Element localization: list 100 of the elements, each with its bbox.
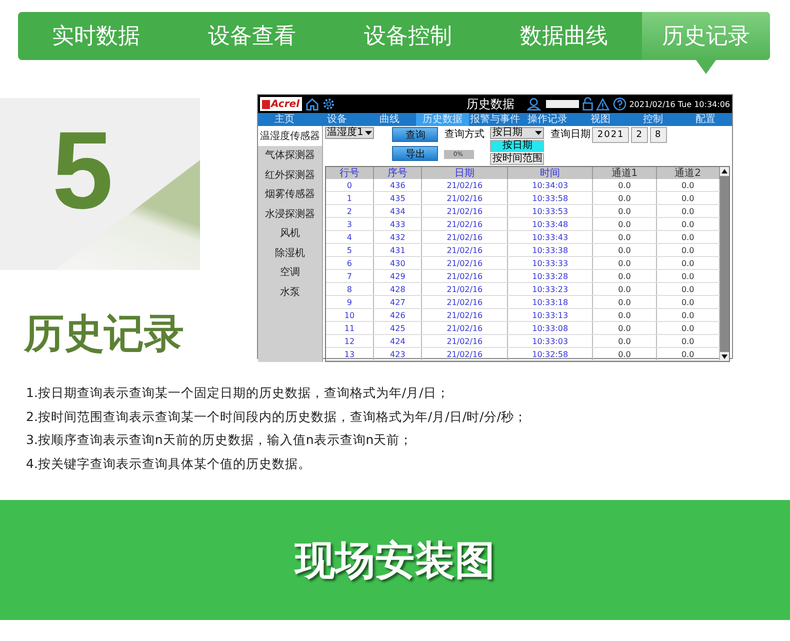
table-cell: 0.0	[592, 230, 656, 244]
table-cell: 0.0	[592, 270, 656, 282]
table-cell: 0.0	[656, 192, 720, 204]
table-cell: 0.0	[656, 218, 720, 230]
settings-icon[interactable]	[322, 97, 336, 111]
table-cell: 431	[373, 244, 422, 256]
table-cell: 0.0	[592, 218, 656, 230]
table-cell: 429	[373, 270, 422, 282]
date-field[interactable]: 8	[650, 127, 667, 143]
table-cell: 21/02/16	[422, 348, 508, 360]
table-cell: 13	[326, 348, 374, 360]
note-text: 1.按日期查询表示查询某一个固定日期的历史数据，查询格式为年/月/日；	[26, 384, 450, 402]
nav-tab[interactable]: 设备	[310, 113, 364, 126]
table-cell: 427	[373, 296, 422, 308]
note-text: 3.按顺序查询表示查询n天前的历史数据，输入值n表示查询n天前；	[26, 431, 414, 449]
table-cell: 8	[326, 282, 374, 296]
column-header: 行号	[326, 167, 374, 179]
table-cell: 0.0	[592, 204, 656, 218]
table-cell: 2	[326, 204, 374, 218]
pointer-icon	[696, 60, 716, 74]
query-mode-option[interactable]: 按时间范围	[490, 153, 544, 165]
table-cell: 0.0	[656, 179, 720, 192]
table-cell: 0.0	[656, 256, 720, 270]
column-header: 序号	[373, 167, 422, 179]
table-cell: 10:33:53	[507, 204, 593, 218]
table-cell: 0.0	[656, 334, 720, 348]
section-title: 历史记录	[24, 310, 185, 359]
table-cell: 0.0	[656, 270, 720, 282]
table-cell: 0.0	[592, 244, 656, 256]
scrollbar[interactable]	[720, 167, 729, 361]
table-cell: 0.0	[656, 230, 720, 244]
table-cell: 7	[326, 270, 374, 282]
date-label: 查询日期	[550, 128, 590, 141]
table-cell: 21/02/16	[422, 179, 508, 192]
nav-tab[interactable]: 控制	[626, 113, 680, 126]
table-cell: 0.0	[656, 296, 720, 308]
table-cell: 21/02/16	[422, 204, 508, 218]
table-cell: 10:33:38	[507, 244, 593, 256]
nav-tab[interactable]: 曲线	[363, 113, 416, 126]
column-header: 日期	[422, 167, 508, 179]
query-button[interactable]: 查询	[392, 127, 438, 142]
column-header: 通道1	[592, 167, 656, 179]
table-cell: 0.0	[656, 244, 720, 256]
table-cell: 10:33:43	[507, 230, 593, 244]
table-cell: 9	[326, 296, 374, 308]
help-icon[interactable]	[612, 97, 626, 111]
table-cell: 21/02/16	[422, 270, 508, 282]
table-cell: 21/02/16	[422, 282, 508, 296]
table-cell: 1	[326, 192, 374, 204]
table-cell: 423	[373, 348, 422, 360]
export-button[interactable]: 导出	[392, 146, 438, 161]
table-cell: 12	[326, 334, 374, 348]
screen-title: 历史数据	[466, 96, 514, 112]
table-cell: 0.0	[656, 308, 720, 322]
user-icon[interactable]	[527, 97, 543, 111]
lock-icon[interactable]	[582, 97, 594, 111]
table-cell: 10:33:08	[507, 322, 593, 334]
step-number: 5	[52, 116, 114, 226]
table-cell: 0.0	[592, 308, 656, 322]
scroll-down-icon[interactable]	[720, 352, 729, 361]
table-cell: 0.0	[592, 322, 656, 334]
table-cell: 435	[373, 192, 422, 204]
table-cell: 10:33:23	[507, 282, 593, 296]
table-cell: 0.0	[656, 348, 720, 360]
table-cell: 425	[373, 322, 422, 334]
query-mode-label: 查询方式	[444, 128, 484, 141]
table-cell: 10:34:03	[507, 179, 593, 192]
query-mode-dropdown[interactable]: 按日期	[490, 127, 544, 139]
table-cell: 10:33:33	[507, 256, 593, 270]
table-cell: 21/02/16	[422, 296, 508, 308]
table-cell: 433	[373, 218, 422, 230]
date-field[interactable]: 2	[631, 127, 648, 143]
sidebar-item[interactable]: 温湿度传感器	[258, 126, 322, 146]
table-cell: 10:32:58	[507, 348, 593, 360]
nav-tab[interactable]: 视图	[574, 113, 627, 126]
date-field[interactable]: 2021	[592, 127, 630, 143]
column-header: 时间	[507, 167, 593, 179]
nav-tab[interactable]: 报警与事件	[468, 113, 522, 126]
table-cell: 11	[326, 322, 374, 334]
table-cell: 0	[326, 179, 374, 192]
nav-tab[interactable]: 配置	[679, 113, 732, 126]
table-cell: 6	[326, 256, 374, 270]
table-cell: 426	[373, 308, 422, 322]
table-cell: 0.0	[592, 282, 656, 296]
user-field[interactable]	[546, 100, 579, 108]
nav-tab[interactable]: 操作记录	[521, 113, 574, 126]
nav-tab[interactable]: 主页	[258, 113, 311, 126]
query-mode-option[interactable]: 按日期	[490, 140, 544, 152]
sensor-dropdown[interactable]: 温湿度1	[325, 127, 374, 139]
table-cell: 21/02/16	[422, 192, 508, 204]
table-cell: 21/02/16	[422, 244, 508, 256]
table-cell: 10:33:18	[507, 296, 593, 308]
table-cell: 3	[326, 218, 374, 230]
table-cell: 10:33:28	[507, 270, 593, 282]
warning-icon[interactable]	[596, 98, 610, 110]
table-cell: 10:33:13	[507, 308, 593, 322]
table-cell: 4	[326, 230, 374, 244]
scroll-up-icon[interactable]	[720, 167, 729, 176]
table-cell: 0.0	[592, 256, 656, 270]
home-icon[interactable]	[304, 97, 319, 111]
